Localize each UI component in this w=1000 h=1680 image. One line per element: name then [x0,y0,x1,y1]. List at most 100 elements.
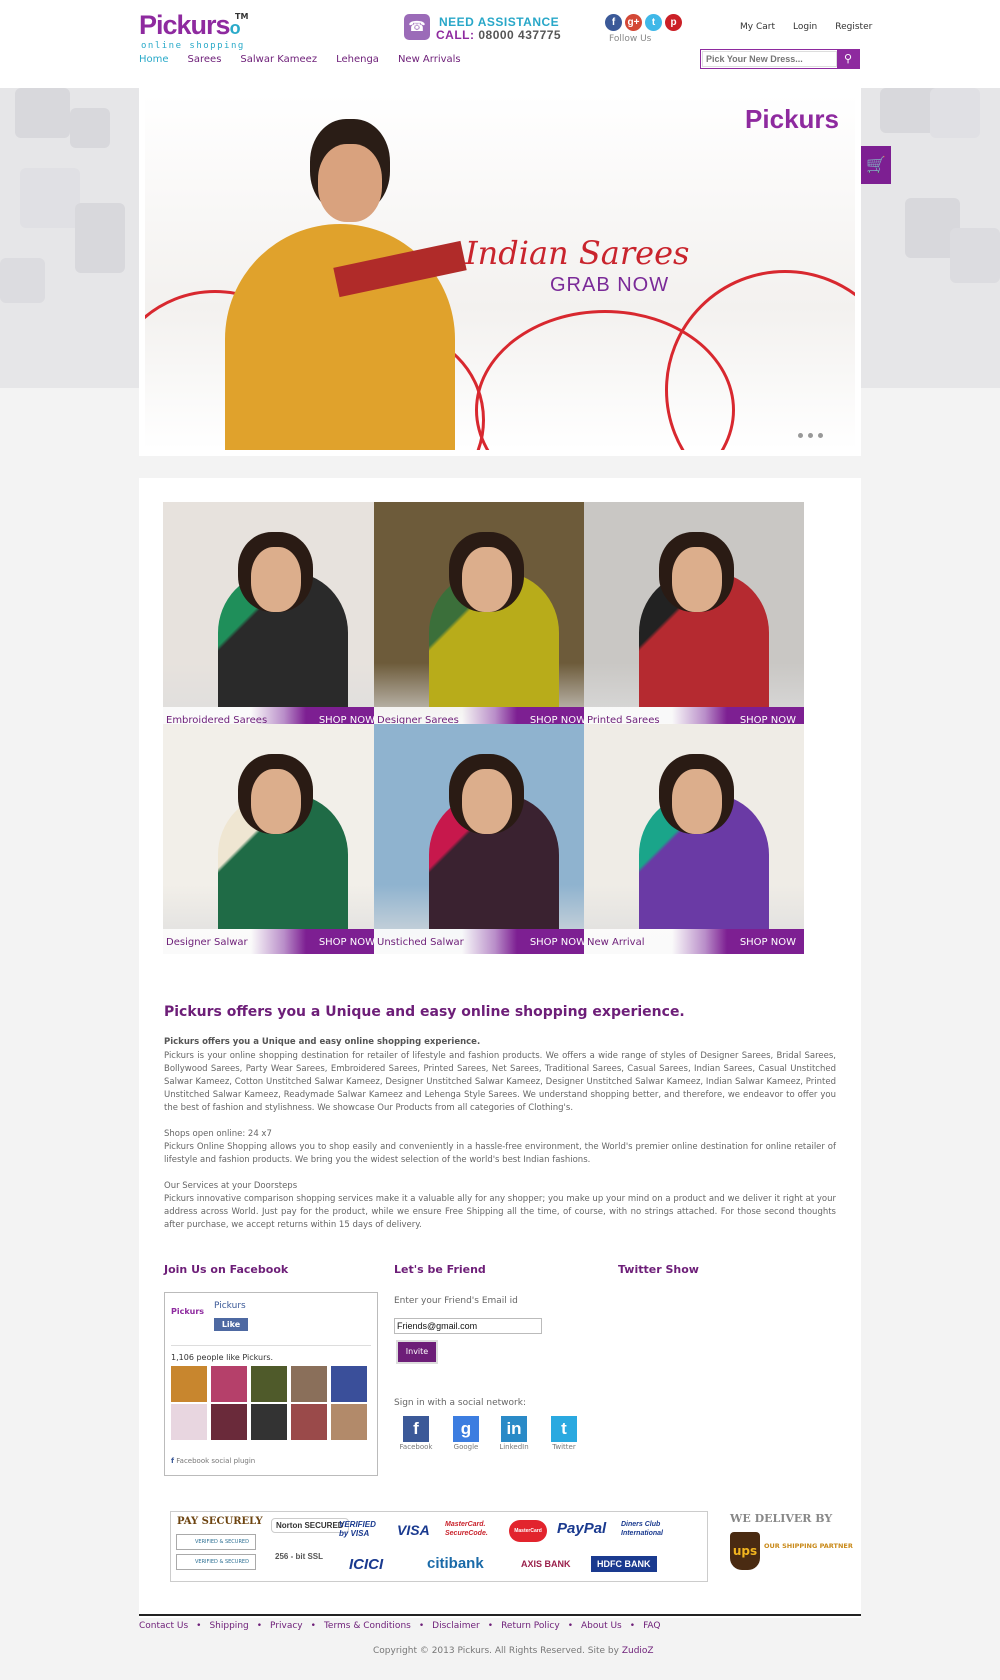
signin-twitter-button[interactable]: t Twitter [539,1416,589,1451]
site-logo[interactable]: Pickurso TM online shopping [139,10,254,51]
hdfc-bank-logo: HDFC BANK [591,1556,657,1572]
footer-separator: • [487,1621,494,1631]
footer-separator: • [310,1621,316,1631]
friend-email-label: Enter your Friend's Email id [394,1296,518,1306]
footer-separator: • [196,1621,202,1631]
site-by-link[interactable]: ZudioZ [622,1646,654,1656]
footer-link[interactable]: Disclaimer [432,1621,480,1631]
assistance-heading: NEED ASSISTANCE [439,15,560,29]
category-tile[interactable]: New Arrival SHOP NOW [584,724,804,954]
signin-facebook-button[interactable]: f Facebook [391,1416,441,1451]
facebook-fan-avatar[interactable] [251,1366,287,1402]
facebook-plugin-label[interactable]: f Facebook social plugin [171,1457,255,1465]
category-tile[interactable]: Designer Sarees SHOP NOW [374,502,594,732]
assistance-phone: CALL: 08000 437775 [436,28,562,42]
about-text: Pickurs offers you a Unique and easy onl… [164,1037,836,1230]
diners-club-logo: Diners Club International [621,1521,664,1537]
floating-cart-button[interactable]: 🛒 [861,146,891,184]
google-plus-icon[interactable]: g+ [625,14,642,31]
network-label: Twitter [552,1443,576,1451]
logo-trademark: TM [235,12,249,21]
facebook-fan-avatar[interactable] [291,1366,327,1402]
facebook-icon: f [403,1416,429,1442]
footer-divider [139,1614,861,1616]
nav-salwar-kameez[interactable]: Salwar Kameez [240,54,317,65]
shop-now-link[interactable]: SHOP NOW [319,937,375,948]
main-content: Embroidered Sarees SHOP NOW Designer Saree… [139,478,861,1618]
cart-icon: 🛒 [866,155,886,174]
facebook-page-logo: Pickurs [171,1307,205,1316]
footer-link[interactable]: Contact Us [139,1621,188,1631]
facebook-page-name[interactable]: Pickurs [214,1301,246,1311]
footer-link[interactable]: Shipping [209,1621,248,1631]
category-tile[interactable]: Unstiched Salwar SHOP NOW [374,724,594,954]
network-label: Facebook [399,1443,433,1451]
search-box: ⚲ [700,49,860,69]
pinterest-icon[interactable]: p [665,14,682,31]
network-label: Google [453,1443,479,1451]
register-link[interactable]: Register [835,22,872,32]
invite-button[interactable]: Invite [396,1340,438,1364]
banner-logo: Pickurs [745,104,839,134]
social-icons: f g+ t p [605,14,682,31]
follow-us-label: Follow Us [609,34,652,44]
facebook-like-box: Pickurs Pickurs Like 1,106 people like P… [164,1292,378,1476]
footer-link[interactable]: Terms & Conditions [324,1621,411,1631]
hero-banner[interactable]: Pickurs Indian Sarees GRAB NOW [139,88,861,456]
google-icon: g [453,1416,479,1442]
facebook-like-button[interactable]: Like [214,1318,248,1331]
verified-secured-badge: VERIFIED & SECURED [176,1554,256,1570]
facebook-section-title: Join Us on Facebook [164,1263,289,1276]
facebook-icon[interactable]: f [605,14,622,31]
my-cart-link[interactable]: My Cart [740,22,775,32]
facebook-fan-avatar[interactable] [211,1366,247,1402]
footer-link[interactable]: Privacy [270,1621,303,1631]
slider-dots[interactable] [798,433,823,438]
footer-link[interactable]: Return Policy [501,1621,560,1631]
nav-home[interactable]: Home [139,54,169,65]
signin-linkedin-button[interactable]: in LinkedIn [489,1416,539,1451]
nav-sarees[interactable]: Sarees [188,54,222,65]
shop-now-link[interactable]: SHOP NOW [740,937,796,948]
footer-links: Contact Us • Shipping • Privacy • Terms & Cond… [139,1621,661,1631]
facebook-small-icon: f [171,1457,175,1465]
facebook-fan-avatar[interactable] [171,1366,207,1402]
facebook-fan-avatar[interactable] [331,1404,367,1440]
payment-security-box: PAY SECURELY VERIFIED & SECURED VERIFIED… [170,1511,708,1582]
footer-link[interactable]: About Us [581,1621,622,1631]
category-tile[interactable]: Embroidered Sarees SHOP NOW [163,502,383,732]
friend-section-title: Let's be Friend [394,1263,486,1276]
footer-separator: • [567,1621,573,1631]
category-tile[interactable]: Printed Sarees SHOP NOW [584,502,804,732]
search-button[interactable]: ⚲ [837,50,859,68]
shop-now-link[interactable]: SHOP NOW [530,937,586,948]
twitter-icon[interactable]: t [645,14,662,31]
login-link[interactable]: Login [793,22,817,32]
network-label: LinkedIn [499,1443,529,1451]
copyright: Copyright © 2013 Pickurs. All Rights Res… [373,1646,654,1656]
facebook-fan-avatar[interactable] [171,1404,207,1440]
linkedin-icon: in [501,1416,527,1442]
nav-lehenga[interactable]: Lehenga [336,54,379,65]
ups-logo: ups [730,1532,760,1570]
friend-email-input[interactable] [394,1318,542,1334]
facebook-fan-avatar[interactable] [211,1404,247,1440]
banner-title: Indian Sarees [465,234,690,272]
norton-secured-logo: Norton SECURED [271,1518,349,1533]
facebook-fans-grid [171,1366,371,1440]
footer-separator: • [256,1621,263,1631]
category-label: Unstiched Salwar [377,937,464,948]
search-input[interactable] [702,51,837,67]
footer-separator: • [629,1621,636,1631]
facebook-fan-avatar[interactable] [291,1404,327,1440]
social-signin-label: Sign in with a social network: [394,1398,526,1408]
facebook-fan-avatar[interactable] [331,1366,367,1402]
signin-google-button[interactable]: g Google [441,1416,491,1451]
footer-link[interactable]: FAQ [643,1621,660,1631]
facebook-fan-avatar[interactable] [251,1404,287,1440]
banner-model [215,104,485,450]
citibank-logo: citibank [427,1555,484,1572]
category-tile[interactable]: Designer Salwar SHOP NOW [163,724,383,954]
icici-logo: ICICI [349,1556,384,1573]
nav-new-arrivals[interactable]: New Arrivals [398,54,461,65]
